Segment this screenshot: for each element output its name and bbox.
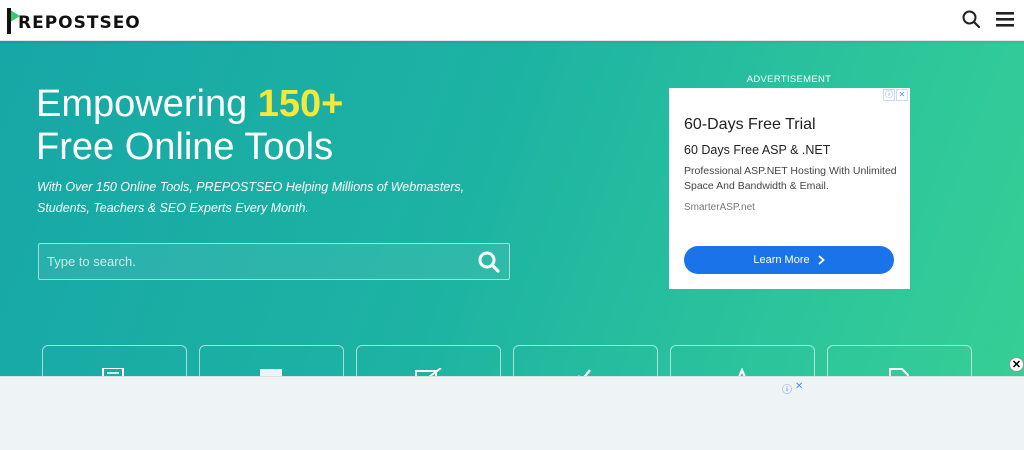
ad-title: 60-Days Free Trial: [684, 116, 816, 133]
advertisement-card[interactable]: ⓘ ✕ 60-Days Free Trial 60 Days Free ASP …: [669, 88, 910, 289]
ad-info-icon[interactable]: ⓘ: [883, 89, 895, 101]
hero-subtext: With Over 150 Online Tools, PREPOSTSEO H…: [37, 180, 465, 215]
headline-accent: 150+: [257, 83, 344, 125]
hamburger-menu-icon[interactable]: [996, 11, 1014, 32]
close-bottom-ad-button[interactable]: ✕: [1009, 357, 1024, 372]
ad-choices-tag[interactable]: ⓘ ✕: [883, 89, 908, 101]
ad-description: Professional ASP.NET Hosting With Unlimi…: [684, 165, 897, 192]
hero-headline: Empowering 150+ Free Online Tools: [36, 83, 343, 169]
ad-close-icon[interactable]: ✕: [896, 89, 908, 101]
search-icon[interactable]: [962, 10, 981, 33]
search-submit-icon[interactable]: [477, 250, 501, 274]
site-logo[interactable]: REPOSTSEO: [6, 7, 141, 35]
ad-domain: SmarterASP.net: [684, 202, 755, 213]
bottom-banner-ad[interactable]: ⓘ ✕: [0, 376, 1024, 450]
learn-more-label: Learn More: [753, 254, 810, 266]
headline-line2: Free Online Tools: [36, 126, 334, 168]
advertisement-label: ADVERTISEMENT: [746, 74, 832, 85]
bottom-ad-choices-tag[interactable]: ⓘ ✕: [782, 381, 803, 396]
tool-search-input[interactable]: [39, 244, 459, 279]
logo-text: REPOSTSEO: [18, 12, 141, 33]
bottom-ad-close-icon[interactable]: ✕: [795, 381, 803, 396]
chevron-right-icon: [818, 255, 825, 265]
learn-more-button[interactable]: Learn More: [684, 246, 894, 274]
headline-text: Empowering: [36, 83, 258, 125]
ad-subtitle: 60 Days Free ASP & .NET: [684, 143, 831, 157]
bottom-ad-info-icon[interactable]: ⓘ: [782, 381, 792, 396]
tool-search-box: [38, 243, 510, 280]
top-navigation-bar: REPOSTSEO: [0, 0, 1024, 41]
